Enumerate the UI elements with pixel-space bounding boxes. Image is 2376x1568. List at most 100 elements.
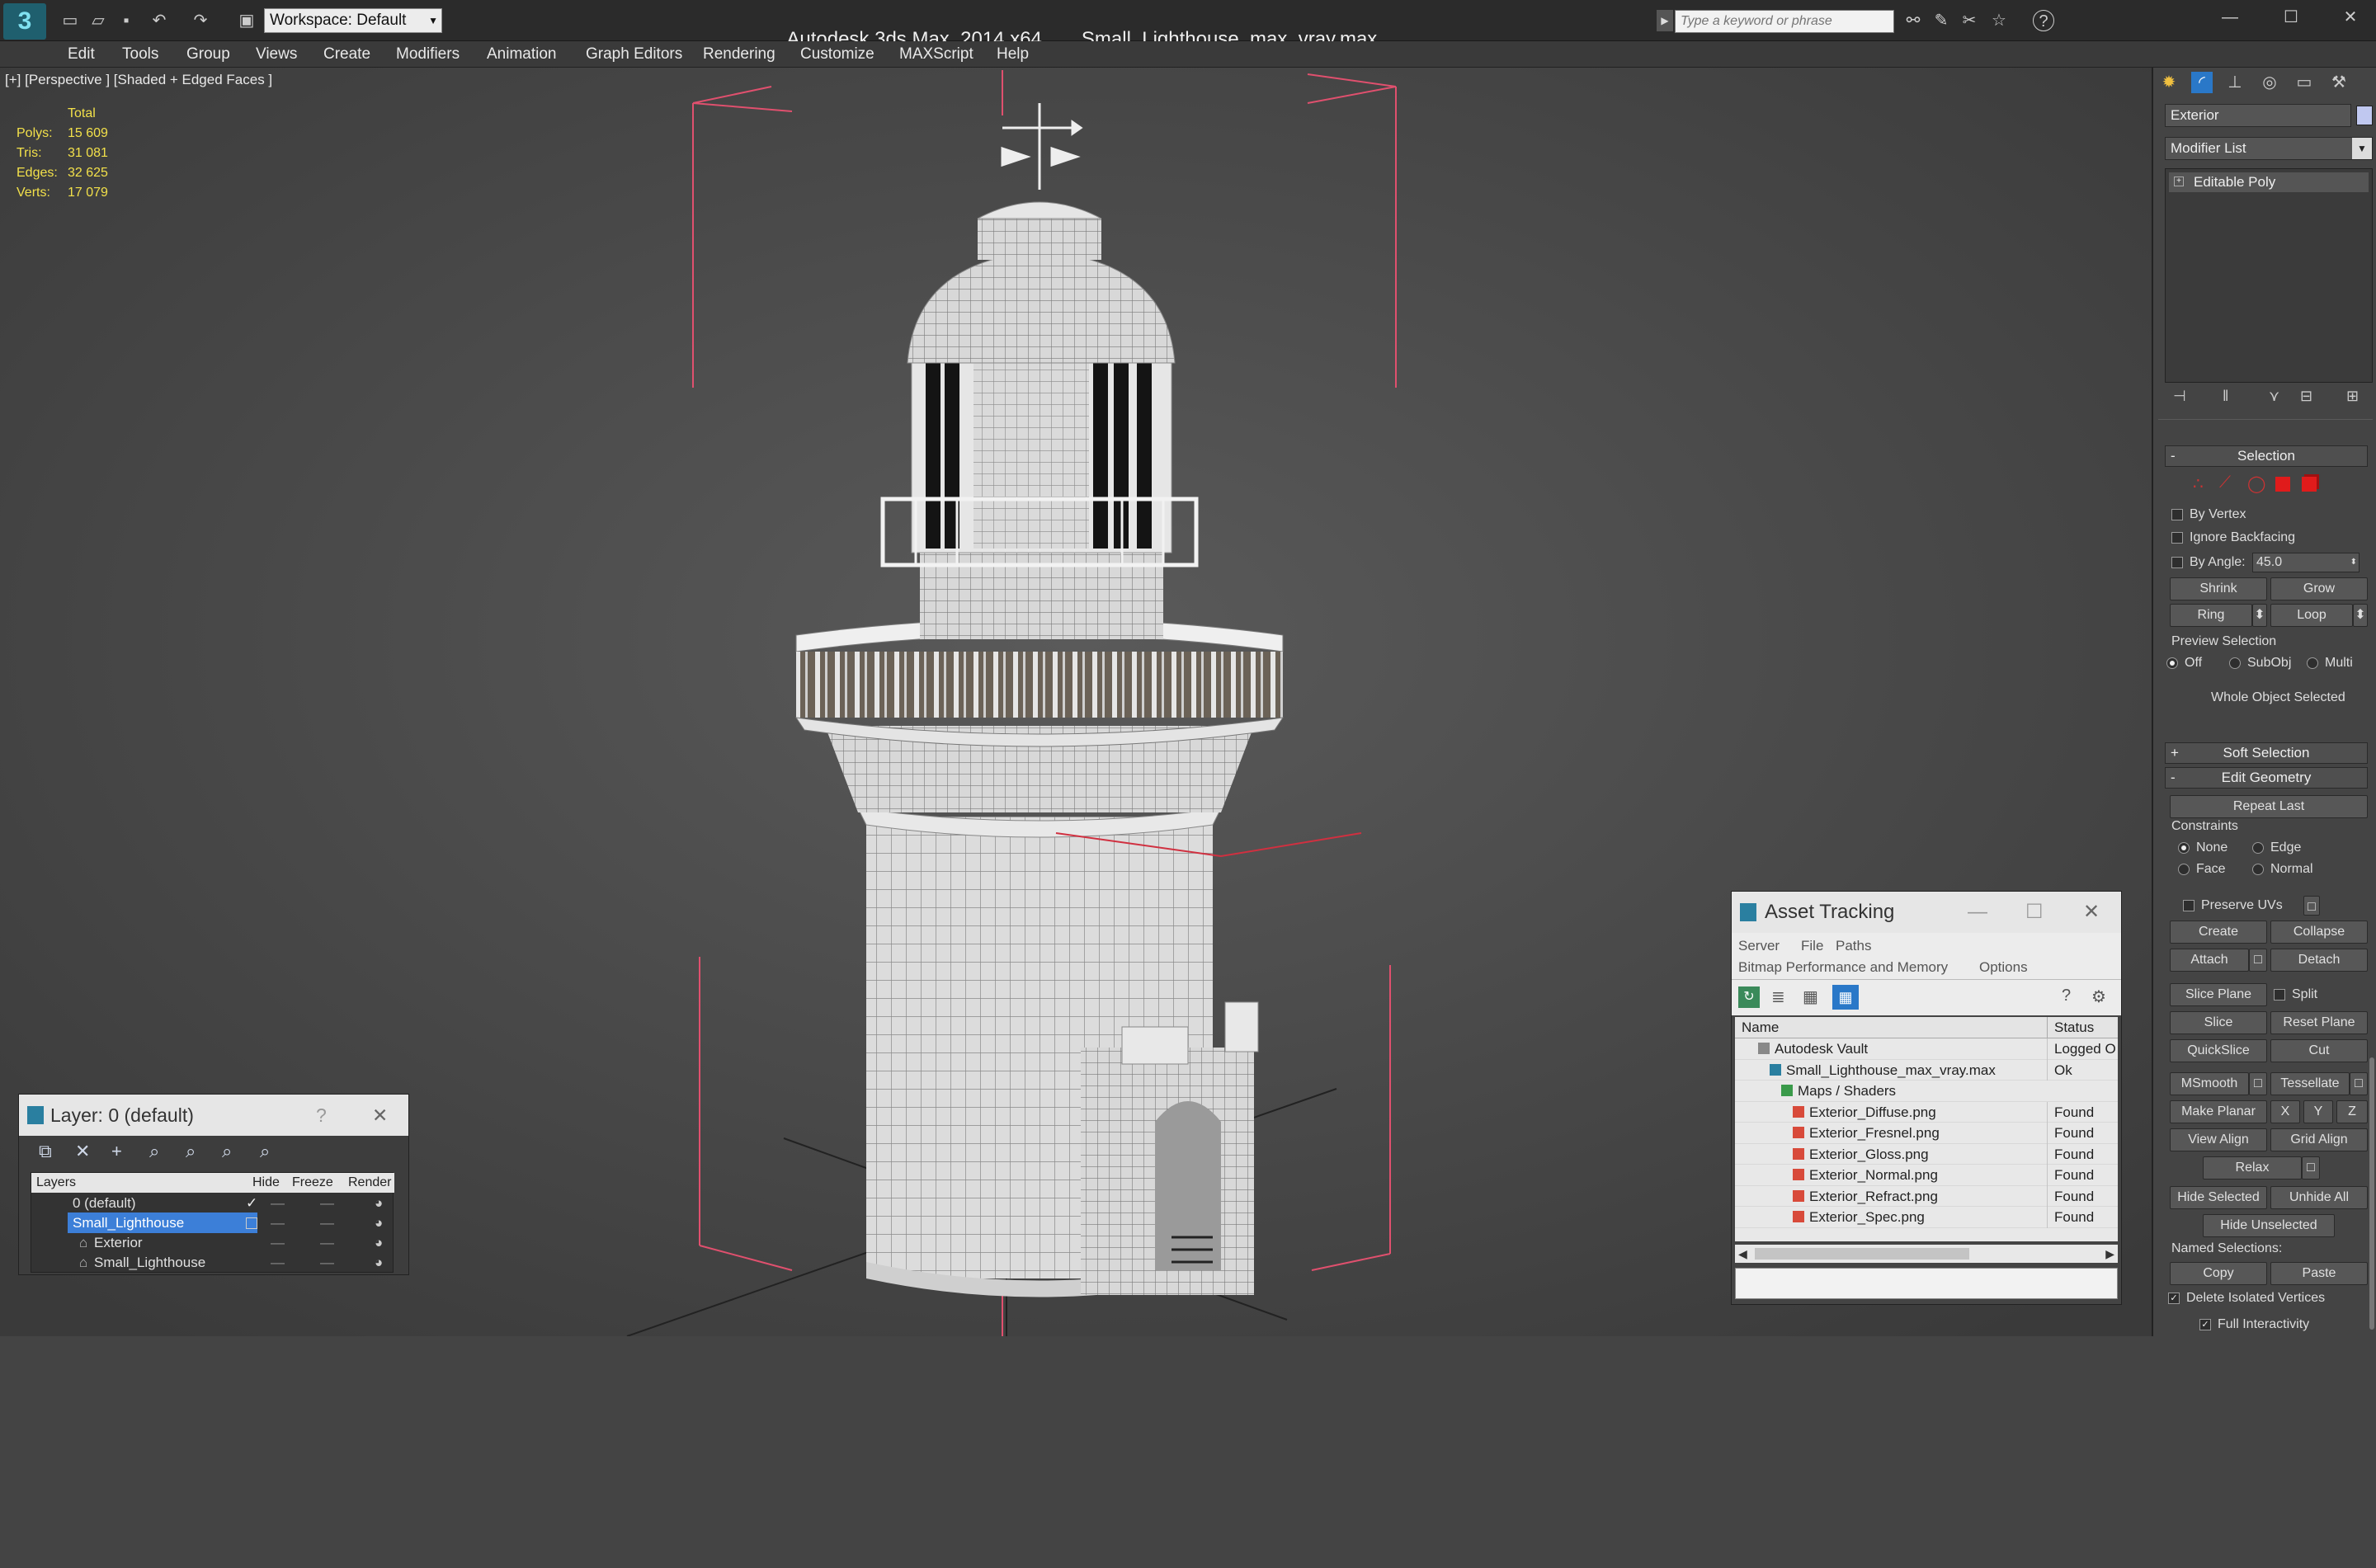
freeze-all-layers-icon[interactable]: ⌕	[260, 1141, 270, 1162]
checkbox[interactable]	[2183, 899, 2194, 911]
unhide-all-button[interactable]: Unhide All	[2270, 1186, 2368, 1209]
col-status[interactable]: Status	[2047, 1017, 2094, 1038]
menu-bitmap-performance[interactable]: Bitmap Performance and Memory	[1738, 959, 1948, 976]
vertex-mode-icon[interactable]: ∴	[2193, 473, 2204, 494]
loop-button[interactable]: Loop	[2270, 604, 2353, 627]
configure-modifier-sets-icon[interactable]: ⊞	[2346, 388, 2359, 405]
selection-rollout-header[interactable]: - Selection	[2165, 445, 2368, 467]
radio[interactable]	[2252, 863, 2264, 875]
grid-align-button[interactable]: Grid Align	[2270, 1128, 2368, 1151]
select-objects-icon[interactable]: ⌕	[149, 1141, 159, 1162]
menu-group[interactable]: Group	[182, 41, 235, 68]
col-name[interactable]: Name	[1742, 1017, 1779, 1038]
asset-row[interactable]: Exterior_Spec.png Found	[1735, 1207, 2118, 1228]
delete-layer-icon[interactable]: ✕	[75, 1141, 90, 1162]
radio[interactable]	[2229, 657, 2241, 669]
col-hide[interactable]: Hide	[252, 1173, 280, 1193]
attach-settings-button[interactable]: □	[2249, 949, 2267, 972]
scroll-thumb[interactable]	[1755, 1248, 1969, 1260]
command-panel-scrollbar[interactable]	[2369, 1057, 2374, 1330]
menu-graph-editors[interactable]: Graph Editors	[581, 41, 687, 68]
create-layer-icon[interactable]: ⧉	[39, 1141, 52, 1162]
msmooth-button[interactable]: MSmooth	[2170, 1072, 2249, 1095]
thumbnail-view-icon[interactable]: ▦	[1803, 986, 1818, 1007]
freeze-dash[interactable]: —	[320, 1193, 334, 1213]
freeze-dash[interactable]: —	[320, 1252, 334, 1273]
refresh-icon[interactable]: ↻	[1738, 986, 1760, 1008]
maximize-icon[interactable]: ☐	[2280, 7, 2302, 28]
menu-server[interactable]: Server	[1738, 938, 1780, 954]
hide-dash[interactable]: —	[271, 1252, 285, 1273]
radio[interactable]	[2178, 841, 2190, 854]
binoculars-icon[interactable]: ⚯	[1902, 10, 1924, 31]
collapse-button[interactable]: Collapse	[2270, 921, 2368, 944]
communication-icon[interactable]: ✂	[1959, 10, 1980, 31]
layer-panel[interactable]: Layer: 0 (default) ? ✕ ⧉ ✕ + ⌕ ⌕ ⌕ ⌕ Lay…	[18, 1094, 409, 1275]
checkbox[interactable]	[2171, 508, 2183, 520]
checkbox[interactable]: ✓	[2168, 1292, 2180, 1304]
add-to-layer-icon[interactable]: +	[111, 1141, 122, 1162]
preview-multi-radio[interactable]: Multi	[2307, 655, 2353, 671]
asset-tracking-panel[interactable]: Asset Tracking — ☐ ✕ Server File Paths B…	[1731, 891, 2122, 1305]
hierarchy-tab-icon[interactable]: ⊥	[2224, 72, 2246, 93]
radio[interactable]	[2166, 657, 2178, 669]
asset-row[interactable]: Exterior_Diffuse.png Found	[1735, 1101, 2118, 1123]
favorites-star-icon[interactable]: ☆	[1988, 10, 2010, 31]
attach-button[interactable]: Attach	[2170, 949, 2249, 972]
object-name-field[interactable]: Exterior	[2165, 104, 2351, 127]
planar-y-button[interactable]: Y	[2303, 1100, 2333, 1123]
workspace-dropdown[interactable]: Workspace: Default ▼	[264, 8, 442, 33]
asset-path-field[interactable]	[1735, 1268, 2118, 1299]
help-icon[interactable]: ?	[316, 1095, 327, 1136]
close-icon[interactable]: ✕	[2083, 892, 2100, 933]
element-mode-icon[interactable]	[2302, 477, 2317, 492]
menu-edit[interactable]: Edit	[63, 41, 100, 68]
hide-dash[interactable]: —	[271, 1212, 285, 1233]
redo-icon[interactable]: ↷	[190, 10, 211, 31]
layer-row[interactable]: 0 (default) ✓ — — ◕	[35, 1193, 394, 1213]
hide-dash[interactable]: —	[271, 1232, 285, 1253]
loop-spinner[interactable]: ⬍	[2353, 604, 2368, 627]
close-icon[interactable]: ✕	[372, 1095, 388, 1136]
remove-modifier-icon[interactable]: ⊟	[2300, 388, 2312, 405]
scroll-right-icon[interactable]: ▶	[2105, 1245, 2114, 1263]
edge-mode-icon[interactable]: ⟋	[2219, 473, 2231, 492]
list-view-icon[interactable]: ≣	[1771, 986, 1785, 1007]
asset-row[interactable]: Small_Lighthouse_max_vray.max Ok	[1735, 1059, 2118, 1081]
radio[interactable]	[2178, 863, 2190, 875]
modifier-stack[interactable]: + Editable Poly	[2165, 168, 2373, 383]
checkbox[interactable]	[2171, 531, 2183, 544]
radio[interactable]	[2307, 657, 2318, 669]
menu-help[interactable]: Help	[992, 41, 1034, 68]
hide-selected-button[interactable]: Hide Selected	[2170, 1186, 2267, 1209]
create-tab-icon[interactable]: ✹	[2158, 72, 2180, 93]
close-icon[interactable]: ✕	[2340, 7, 2361, 28]
checkbox[interactable]	[2171, 556, 2183, 568]
render-teapot-icon[interactable]: ◕	[375, 1252, 383, 1273]
menu-animation[interactable]: Animation	[482, 41, 562, 68]
slice-plane-button[interactable]: Slice Plane	[2170, 983, 2267, 1006]
grow-button[interactable]: Grow	[2270, 577, 2368, 600]
slice-button[interactable]: Slice	[2170, 1011, 2267, 1034]
relax-settings-button[interactable]: □	[2302, 1156, 2320, 1180]
freeze-dash[interactable]: —	[320, 1232, 334, 1253]
menu-options[interactable]: Options	[1979, 959, 2028, 976]
asset-row[interactable]: Exterior_Refract.png Found	[1735, 1185, 2118, 1207]
make-planar-button[interactable]: Make Planar	[2170, 1100, 2267, 1123]
hide-dash[interactable]: —	[271, 1193, 285, 1213]
save-file-icon[interactable]: ▪	[116, 10, 137, 31]
highlight-layer-icon[interactable]: ⌕	[186, 1141, 196, 1162]
menu-views[interactable]: Views	[251, 41, 302, 68]
ring-button[interactable]: Ring	[2170, 604, 2252, 627]
menu-paths[interactable]: Paths	[1836, 938, 1871, 954]
create-button[interactable]: Create	[2170, 921, 2267, 944]
layer-row[interactable]: ⌂ Exterior — — ◕	[35, 1232, 394, 1253]
asset-row[interactable]: Exterior_Normal.png Found	[1735, 1165, 2118, 1186]
edit-geometry-rollout-header[interactable]: - Edit Geometry	[2165, 767, 2368, 789]
menu-maxscript[interactable]: MAXScript	[894, 41, 978, 68]
modify-tab-icon[interactable]: ◜	[2191, 72, 2213, 93]
show-end-result-icon[interactable]: ‖	[2223, 388, 2228, 405]
layer-panel-titlebar[interactable]: Layer: 0 (default) ? ✕	[19, 1095, 408, 1136]
render-teapot-icon[interactable]: ◕	[375, 1212, 383, 1233]
preview-off-radio[interactable]: Off	[2166, 655, 2202, 671]
